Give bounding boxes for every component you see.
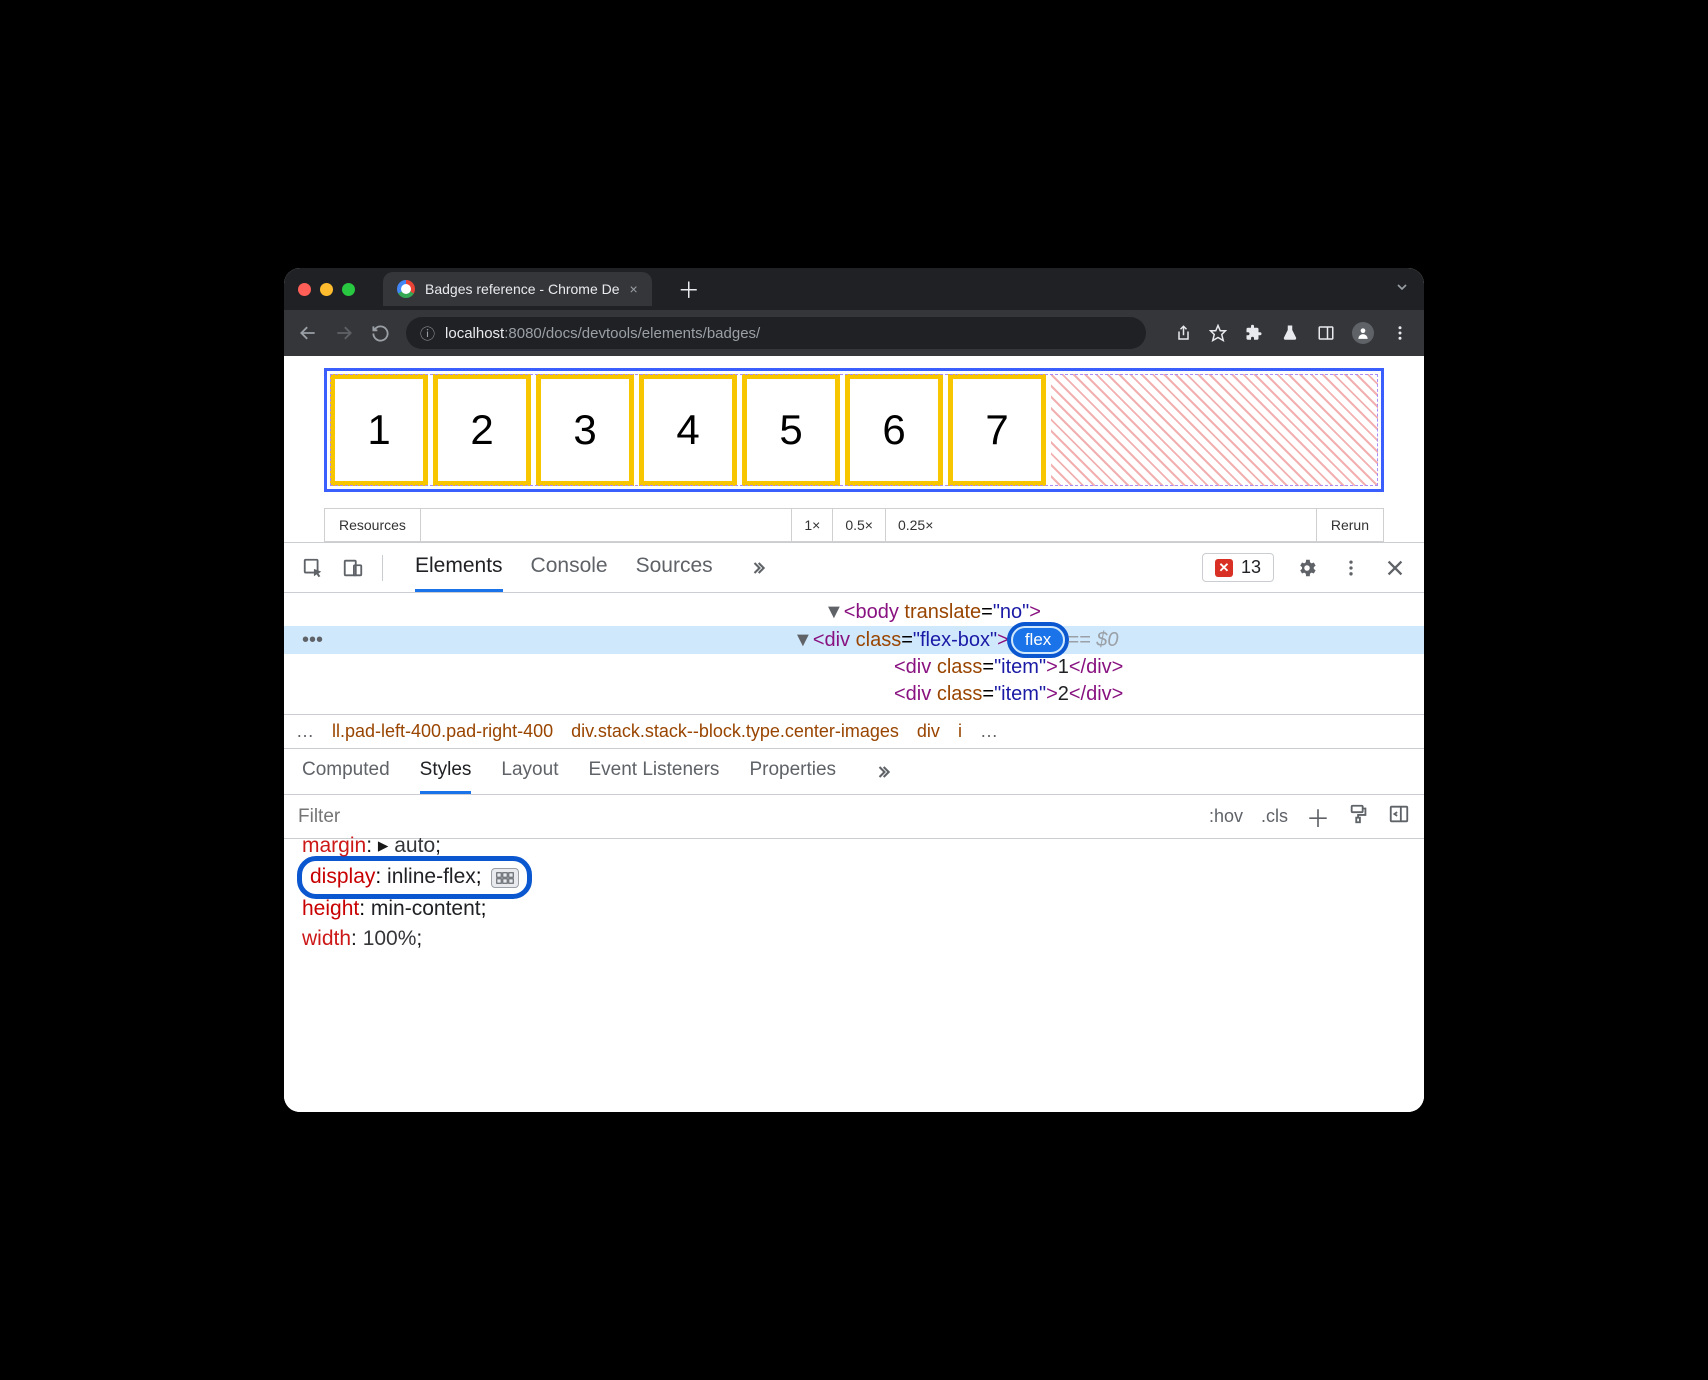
tabs-menu-icon[interactable] (1394, 279, 1410, 300)
css-width[interactable]: width: 100%; (302, 924, 1406, 954)
browser-window: Badges reference - Chrome De × ＋ ⓘ local… (284, 268, 1424, 1112)
flex-item: 4 (639, 374, 737, 486)
flex-editor-icon[interactable] (491, 868, 519, 888)
tab-styles[interactable]: Styles (420, 749, 472, 794)
site-info-icon[interactable]: ⓘ (420, 323, 435, 344)
zoom-controls: 1× 0.5× 0.25× (791, 509, 945, 541)
css-rules[interactable]: margin: ▸ auto; display: inline-flex; he… (284, 839, 1424, 961)
address-bar: ⓘ localhost:8080/docs/devtools/elements/… (284, 310, 1424, 356)
zoom-025x[interactable]: 0.25× (885, 509, 945, 541)
url-text: localhost:8080/docs/devtools/elements/ba… (445, 325, 760, 342)
zoom-1x[interactable]: 1× (791, 509, 832, 541)
flex-item: 2 (433, 374, 531, 486)
error-x-icon: ✕ (1215, 559, 1233, 577)
error-counter[interactable]: ✕13 (1202, 553, 1274, 582)
demo-toolbar: Resources 1× 0.5× 0.25× Rerun (324, 508, 1384, 542)
flex-item: 5 (742, 374, 840, 486)
devtools-tabs: Elements Console Sources (415, 543, 767, 592)
kebab-menu-icon[interactable] (1340, 557, 1362, 579)
back-icon[interactable] (298, 323, 318, 343)
new-style-rule-icon[interactable]: ＋ (1306, 799, 1330, 834)
settings-gear-icon[interactable] (1296, 557, 1318, 579)
devtools-right: ✕13 (1202, 553, 1406, 582)
flex-free-space-icon (1051, 374, 1378, 486)
tab-properties[interactable]: Properties (749, 749, 836, 794)
dom-body-open[interactable]: ▼<body translate="no"> (284, 599, 1424, 626)
more-tabs-icon[interactable] (747, 543, 767, 592)
device-toolbar-icon[interactable] (342, 557, 364, 579)
flex-badge[interactable]: flex (1013, 628, 1063, 652)
sidebar-toggle-icon[interactable] (1388, 803, 1410, 830)
close-devtools-icon[interactable] (1384, 557, 1406, 579)
new-tab-button[interactable]: ＋ (678, 273, 700, 305)
tab-console[interactable]: Console (531, 543, 608, 592)
breadcrumb[interactable]: … ll.pad-left-400.pad-right-400 div.stac… (284, 714, 1424, 749)
cls-toggle[interactable]: .cls (1261, 806, 1288, 827)
omnibox[interactable]: ⓘ localhost:8080/docs/devtools/elements/… (406, 317, 1146, 349)
flex-item: 3 (536, 374, 634, 486)
paint-icon[interactable] (1348, 803, 1370, 830)
tab-layout[interactable]: Layout (501, 749, 558, 794)
flex-container-overlay: 1 2 3 4 5 6 7 (324, 368, 1384, 492)
panel-icon[interactable] (1316, 323, 1336, 343)
bookmark-icon[interactable] (1208, 323, 1228, 343)
minimize-window-icon[interactable] (320, 283, 333, 296)
devtools-toolbar: Elements Console Sources ✕13 (284, 543, 1424, 593)
breadcrumb-item[interactable]: div.stack.stack--block.type.center-image… (571, 721, 899, 742)
inspect-element-icon[interactable] (302, 557, 324, 579)
browser-tab[interactable]: Badges reference - Chrome De × (383, 272, 652, 306)
menu-icon[interactable] (1390, 323, 1410, 343)
profile-avatar[interactable] (1352, 322, 1374, 344)
breadcrumb-item[interactable]: div (917, 721, 940, 742)
flex-item: 1 (330, 374, 428, 486)
traffic-lights (298, 283, 355, 296)
hov-toggle[interactable]: :hov (1209, 806, 1243, 827)
styles-filter-input[interactable] (284, 806, 1195, 828)
chrome-logo-icon (397, 280, 415, 298)
more-styles-tabs-icon[interactable] (872, 749, 892, 794)
tab-event-listeners[interactable]: Event Listeners (588, 749, 719, 794)
tab-computed[interactable]: Computed (302, 749, 390, 794)
forward-icon[interactable] (334, 323, 354, 343)
titlebar: Badges reference - Chrome De × ＋ (284, 268, 1424, 310)
css-display-highlighted[interactable]: display: inline-flex; (302, 861, 527, 893)
dom-tree[interactable]: ▼<body translate="no"> ••• ▼<div class="… (284, 593, 1424, 714)
tab-elements[interactable]: Elements (415, 543, 503, 592)
selected-node-marker: == $0 (1067, 629, 1118, 652)
dom-item-1[interactable]: <div class="item">1</div> (284, 654, 1424, 681)
dom-item-2[interactable]: <div class="item">2</div> (284, 681, 1424, 708)
labs-icon[interactable] (1280, 323, 1300, 343)
rerun-button[interactable]: Rerun (1316, 509, 1383, 541)
css-height[interactable]: height: min-content; (302, 894, 1406, 924)
maximize-window-icon[interactable] (342, 283, 355, 296)
share-icon[interactable] (1172, 323, 1192, 343)
devtools-panel: Elements Console Sources ✕13 ▼<body tran… (284, 542, 1424, 1112)
reload-icon[interactable] (370, 323, 390, 343)
flex-item: 7 (948, 374, 1046, 486)
tab-title: Badges reference - Chrome De (425, 281, 620, 297)
breadcrumb-item[interactable]: i (958, 721, 962, 742)
flex-item: 6 (845, 374, 943, 486)
resources-button[interactable]: Resources (325, 509, 421, 541)
dom-flexbox-selected[interactable]: ••• ▼<div class="flex-box"> flex == $0 (284, 626, 1424, 654)
addrbar-actions (1172, 322, 1410, 344)
styles-tabs: Computed Styles Layout Event Listeners P… (284, 749, 1424, 795)
breadcrumb-item[interactable]: ll.pad-left-400.pad-right-400 (332, 721, 553, 742)
zoom-05x[interactable]: 0.5× (832, 509, 885, 541)
viewport: 1 2 3 4 5 6 7 Resources 1× 0.5× 0.25× Re… (284, 356, 1424, 1112)
css-margin[interactable]: margin: ▸ auto; (302, 831, 1406, 861)
demo-area: 1 2 3 4 5 6 7 Resources 1× 0.5× 0.25× Re… (284, 356, 1424, 542)
tab-sources[interactable]: Sources (636, 543, 713, 592)
close-window-icon[interactable] (298, 283, 311, 296)
extensions-icon[interactable] (1244, 323, 1264, 343)
tab-close-icon[interactable]: × (630, 281, 638, 297)
